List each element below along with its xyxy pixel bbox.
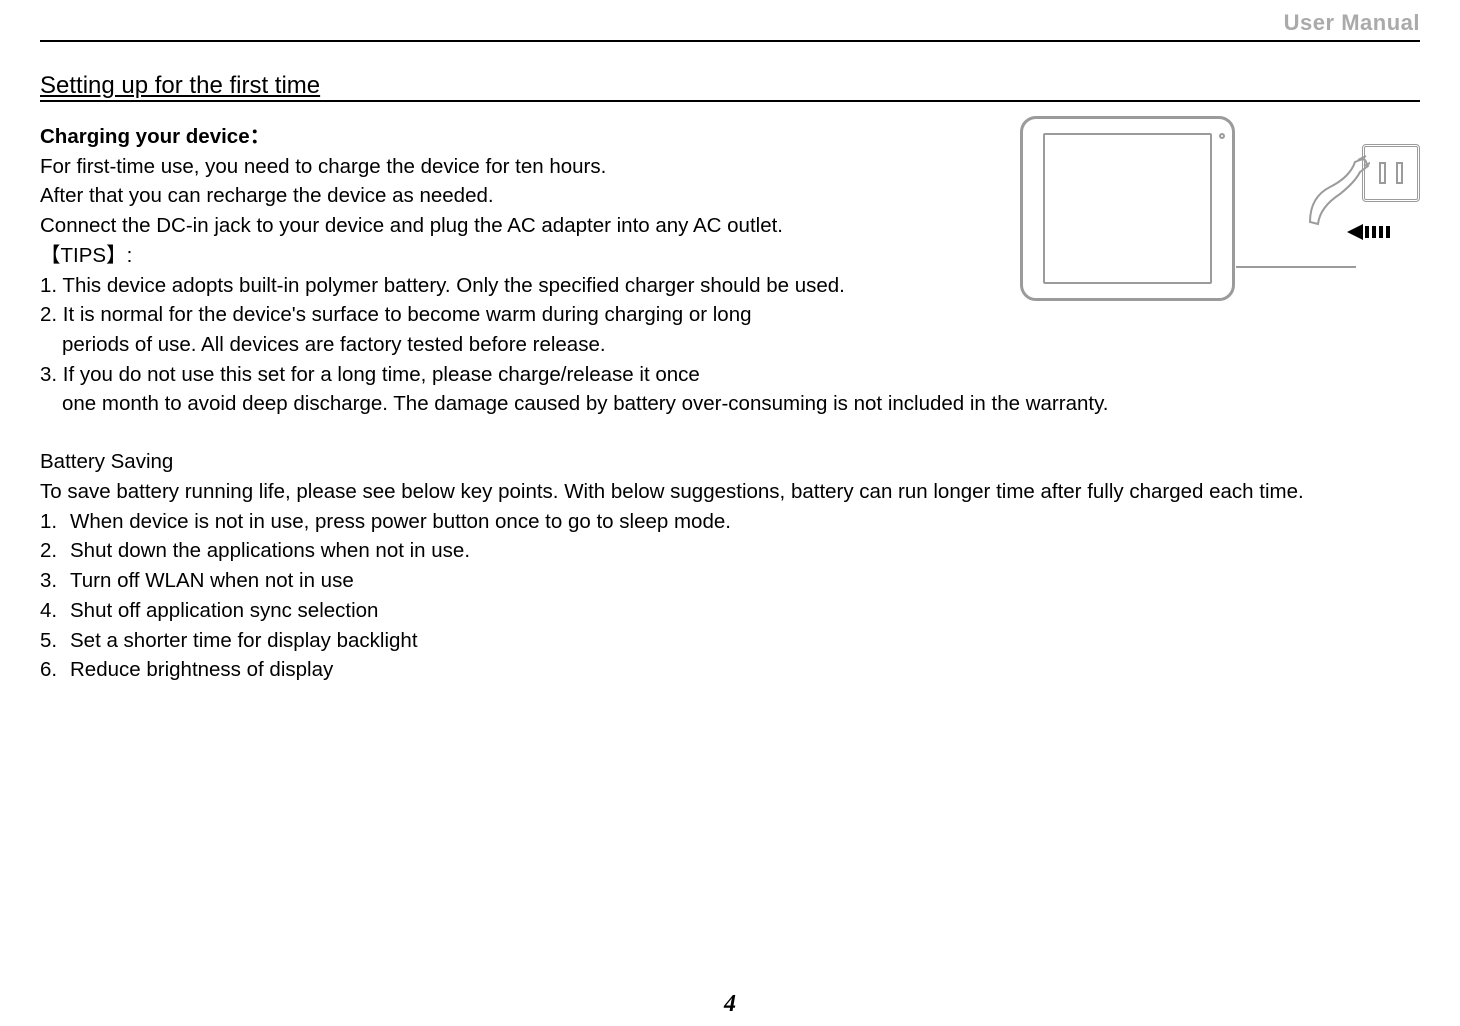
- list-item: 1.When device is not in use, press power…: [40, 507, 1420, 537]
- page-number: 4: [0, 991, 1460, 1018]
- page-container: User Manual Setting up for the first tim…: [0, 0, 1460, 685]
- battery-saving-heading: Battery Saving: [40, 447, 1420, 477]
- tip-3-line-2: one month to avoid deep discharge. The d…: [40, 389, 1420, 419]
- header-bar: User Manual: [40, 10, 1420, 42]
- list-item: 3.Turn off WLAN when not in use: [40, 566, 1420, 596]
- list-item-number: 6.: [40, 655, 70, 685]
- section-title-wrap: Setting up for the first time: [40, 72, 1420, 102]
- tip-3-line-1: 3. If you do not use this set for a long…: [40, 360, 1420, 390]
- list-item: 5.Set a shorter time for display backlig…: [40, 626, 1420, 656]
- section-title: Setting up for the first time: [40, 72, 320, 100]
- list-item-text: When device is not in use, press power b…: [70, 507, 731, 537]
- battery-saving-intro: To save battery running life, please see…: [40, 477, 1420, 507]
- outlet-icon: [1362, 144, 1420, 202]
- list-item: 4.Shut off application sync selection: [40, 596, 1420, 626]
- list-item-number: 2.: [40, 536, 70, 566]
- cable-icon: [1236, 266, 1356, 286]
- content-body: Charging your device： For first-time use…: [40, 122, 1420, 685]
- charging-illustration: [1020, 116, 1420, 316]
- tablet-screen-icon: [1043, 133, 1212, 284]
- list-item-number: 5.: [40, 626, 70, 656]
- list-item: 2.Shut down the applications when not in…: [40, 536, 1420, 566]
- tip-2-line-2: periods of use. All devices are factory …: [40, 330, 1420, 360]
- arrow-icon: [1347, 224, 1390, 240]
- tablet-icon: [1020, 116, 1235, 301]
- list-item-number: 1.: [40, 507, 70, 537]
- battery-saving-list: 1.When device is not in use, press power…: [40, 507, 1420, 685]
- list-item-text: Reduce brightness of display: [70, 655, 333, 685]
- header-label: User Manual: [1284, 10, 1420, 36]
- list-item-text: Shut down the applications when not in u…: [70, 536, 470, 566]
- list-item-number: 3.: [40, 566, 70, 596]
- list-item-text: Shut off application sync selection: [70, 596, 378, 626]
- list-item: 6.Reduce brightness of display: [40, 655, 1420, 685]
- tablet-camera-icon: [1219, 133, 1225, 139]
- list-item-text: Set a shorter time for display backlight: [70, 626, 418, 656]
- list-item-number: 4.: [40, 596, 70, 626]
- list-item-text: Turn off WLAN when not in use: [70, 566, 354, 596]
